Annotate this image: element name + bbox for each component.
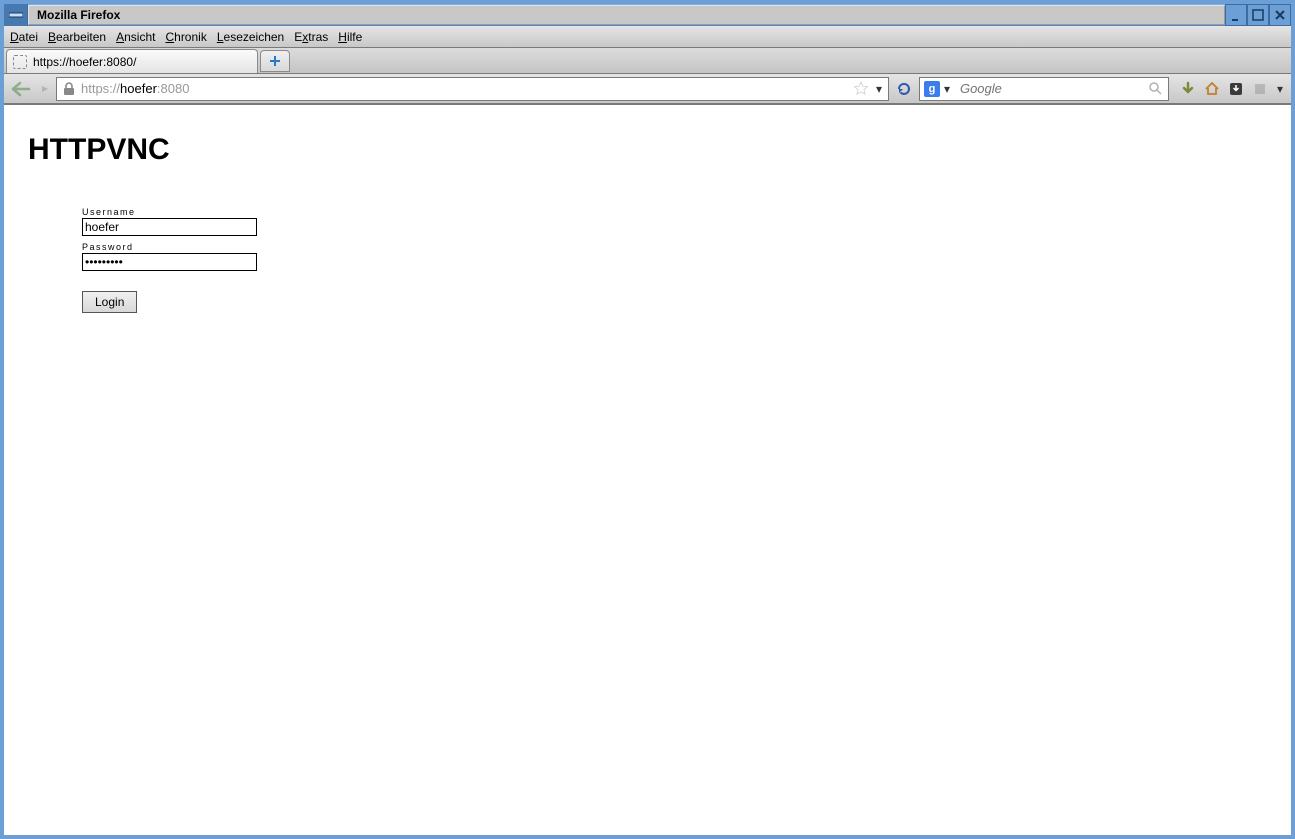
bookmark-star-icon[interactable] bbox=[854, 81, 870, 97]
tab-strip: https://hoefer:8080/ bbox=[4, 48, 1291, 74]
back-button[interactable] bbox=[8, 77, 34, 101]
browser-window: Mozilla Firefox Datei Bearbeiten Ansicht… bbox=[0, 0, 1295, 839]
menu-hilfe[interactable]: Hilfe bbox=[338, 30, 362, 44]
minimize-button[interactable] bbox=[1225, 4, 1247, 26]
home-icon bbox=[1204, 81, 1220, 97]
password-input[interactable] bbox=[82, 253, 257, 271]
login-form: Username Password Login bbox=[82, 207, 262, 313]
back-arrow-icon bbox=[11, 81, 31, 97]
search-go-icon[interactable] bbox=[1148, 81, 1164, 97]
download-indicator[interactable] bbox=[1225, 78, 1247, 100]
lock-icon bbox=[61, 81, 77, 97]
forward-button[interactable] bbox=[38, 77, 52, 101]
search-box[interactable]: g ▾ bbox=[919, 77, 1169, 101]
menu-lesezeichen[interactable]: Lesezeichen bbox=[217, 30, 284, 44]
menu-chronik[interactable]: Chronik bbox=[165, 30, 206, 44]
downloads-button[interactable] bbox=[1177, 78, 1199, 100]
download-box-icon bbox=[1229, 82, 1243, 96]
menu-datei[interactable]: Datei bbox=[10, 30, 38, 44]
login-button[interactable]: Login bbox=[82, 291, 137, 313]
toolbar-extra-icons: ▾ bbox=[1177, 78, 1287, 100]
home-button[interactable] bbox=[1201, 78, 1223, 100]
menu-ansicht[interactable]: Ansicht bbox=[116, 30, 155, 44]
reload-button[interactable] bbox=[893, 78, 915, 100]
username-label: Username bbox=[82, 207, 262, 217]
menubar: Datei Bearbeiten Ansicht Chronik Lesezei… bbox=[4, 26, 1291, 48]
url-bar[interactable]: https://hoefer:8080 ▾ bbox=[56, 77, 889, 101]
reload-icon bbox=[896, 81, 912, 97]
system-menu-icon[interactable] bbox=[4, 4, 28, 26]
titlebar: Mozilla Firefox bbox=[4, 4, 1291, 26]
password-label: Password bbox=[82, 242, 262, 252]
nav-toolbar: https://hoefer:8080 ▾ g ▾ bbox=[4, 74, 1291, 104]
download-arrow-icon bbox=[1180, 81, 1196, 97]
menu-bearbeiten[interactable]: Bearbeiten bbox=[48, 30, 106, 44]
new-tab-button[interactable] bbox=[260, 50, 290, 72]
page-content: HTTPVNC Username Password Login bbox=[4, 105, 1291, 333]
url-dropdown-icon[interactable]: ▾ bbox=[874, 82, 884, 96]
tab-label: https://hoefer:8080/ bbox=[33, 55, 136, 69]
plus-icon bbox=[269, 55, 281, 67]
tab-active[interactable]: https://hoefer:8080/ bbox=[6, 49, 258, 73]
url-text: https://hoefer:8080 bbox=[81, 81, 850, 96]
forward-arrow-icon bbox=[40, 84, 50, 94]
puzzle-icon bbox=[1253, 82, 1267, 96]
search-engine-icon[interactable]: g bbox=[924, 81, 940, 97]
page-icon bbox=[13, 55, 27, 69]
window-buttons bbox=[1225, 4, 1291, 26]
username-input[interactable] bbox=[82, 218, 257, 236]
toolbar-overflow-icon[interactable]: ▾ bbox=[1277, 82, 1283, 96]
close-button[interactable] bbox=[1269, 4, 1291, 26]
addon-button[interactable] bbox=[1249, 78, 1271, 100]
menu-extras[interactable]: Extras bbox=[294, 30, 328, 44]
search-input[interactable] bbox=[958, 80, 1144, 97]
page-viewport[interactable]: HTTPVNC Username Password Login bbox=[4, 104, 1291, 835]
search-engine-dropdown-icon[interactable]: ▾ bbox=[944, 82, 954, 96]
maximize-button[interactable] bbox=[1247, 4, 1269, 26]
page-heading: HTTPVNC bbox=[28, 133, 1267, 167]
window-title: Mozilla Firefox bbox=[28, 5, 1225, 25]
